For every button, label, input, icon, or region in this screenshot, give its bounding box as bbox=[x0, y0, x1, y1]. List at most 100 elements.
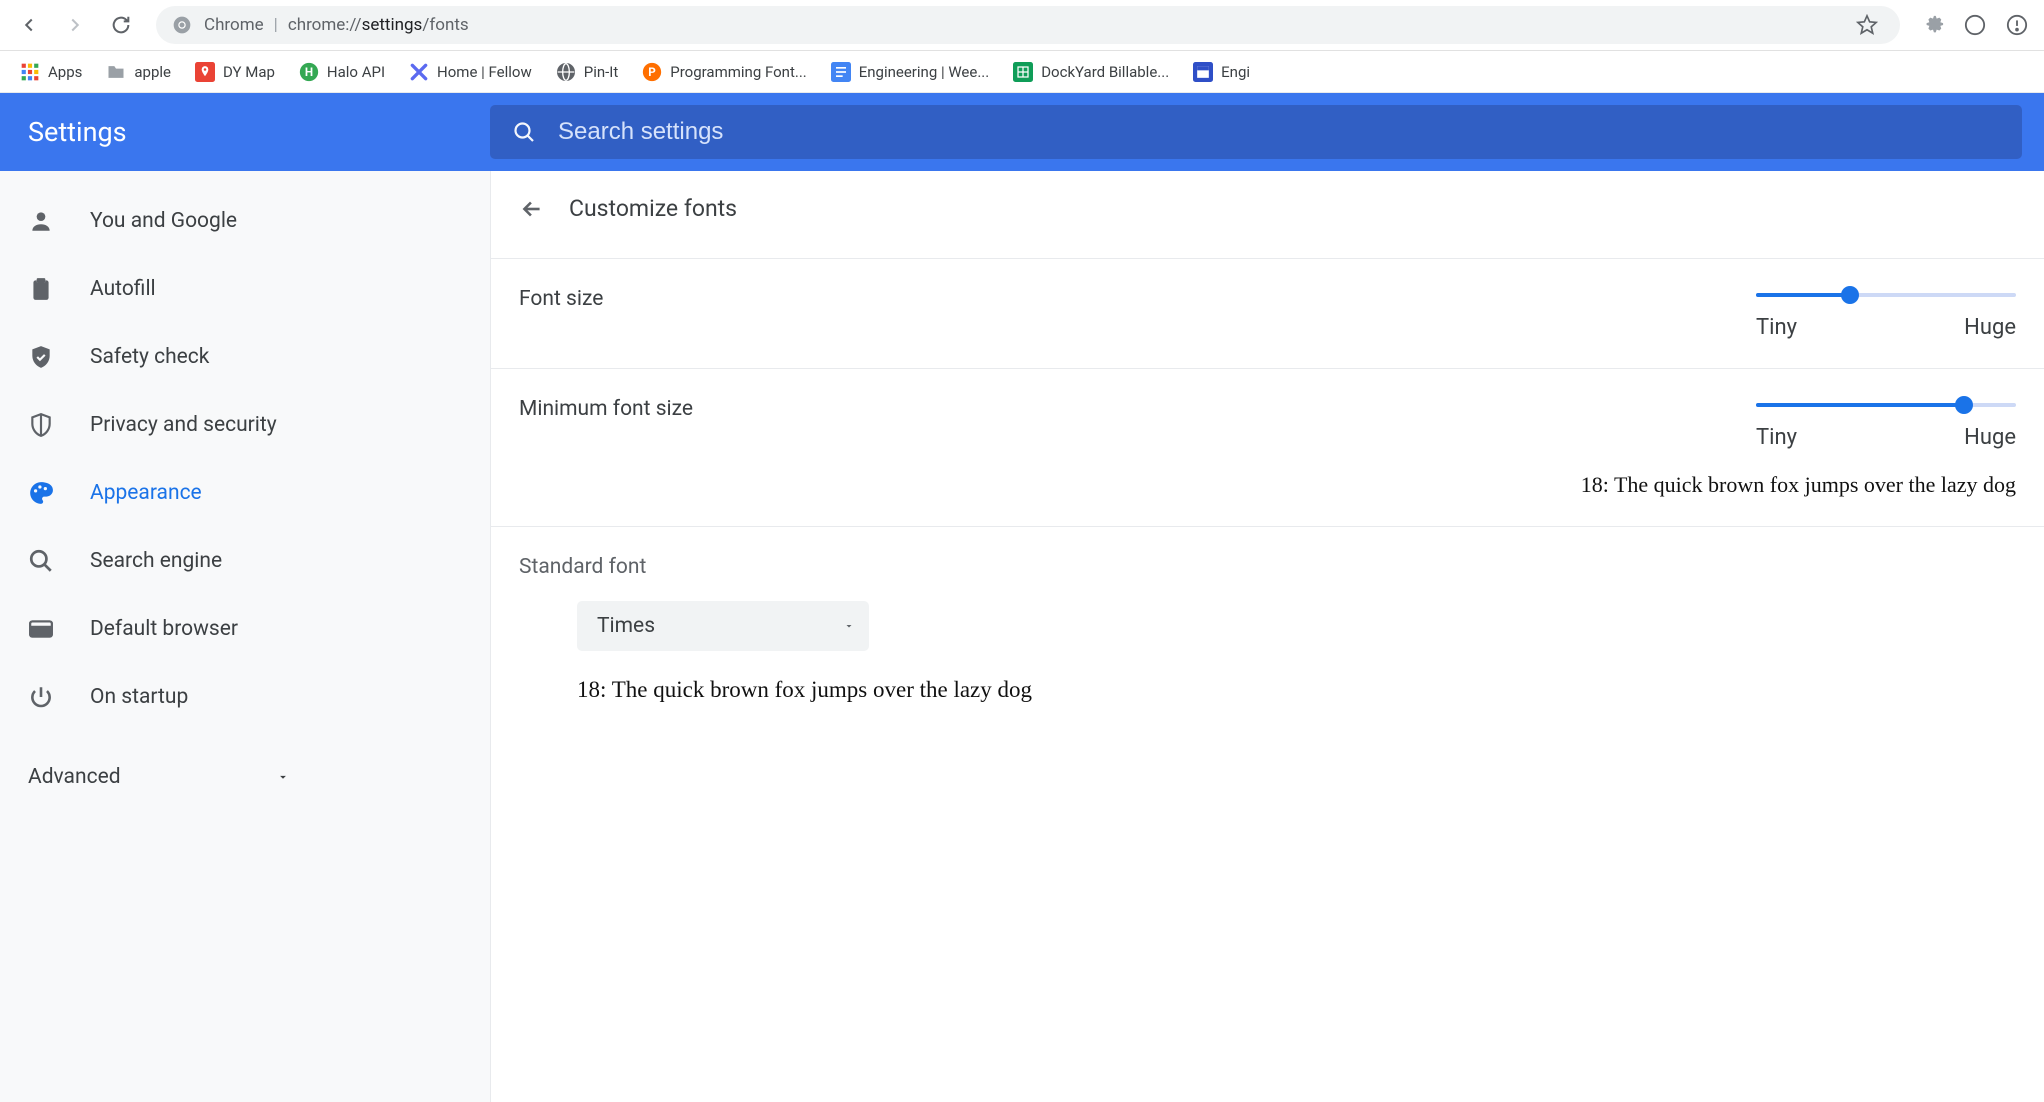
sidebar-item-label: Autofill bbox=[90, 277, 156, 301]
star-icon[interactable] bbox=[1856, 14, 1878, 36]
sheets-icon bbox=[1013, 62, 1033, 82]
chevron-down-icon bbox=[843, 620, 855, 632]
bookmark-dymap[interactable]: DY Map bbox=[185, 56, 285, 88]
bookmark-label: Pin-It bbox=[584, 63, 619, 81]
chrome-icon bbox=[172, 15, 192, 35]
search-icon bbox=[28, 548, 54, 574]
extensions-icon[interactable] bbox=[1922, 14, 1944, 36]
bookmark-label: Engineering | Wee... bbox=[859, 63, 989, 81]
map-pin-icon bbox=[195, 62, 215, 82]
bookmark-label: Programming Font... bbox=[670, 63, 806, 81]
shield-icon bbox=[28, 412, 54, 438]
bookmark-label: Engi bbox=[1221, 63, 1250, 81]
standard-font-section: Standard font Times 18: The quick brown … bbox=[491, 526, 2044, 731]
standard-font-dropdown[interactable]: Times bbox=[577, 601, 869, 651]
bookmark-label: Home | Fellow bbox=[437, 63, 532, 81]
bookmark-programming[interactable]: P Programming Font... bbox=[632, 56, 816, 88]
forward-button[interactable] bbox=[56, 6, 94, 44]
dropdown-value: Times bbox=[597, 614, 655, 638]
page-title: Customize fonts bbox=[569, 195, 737, 222]
browser-toolbar: Chrome | chrome://settings/fonts bbox=[0, 0, 2044, 51]
bookmark-label: DockYard Billable... bbox=[1041, 63, 1169, 81]
bookmark-pinit[interactable]: Pin-It bbox=[546, 56, 629, 88]
sidebar: You and Google Autofill Safety check Pri… bbox=[0, 171, 490, 1102]
search-input[interactable] bbox=[558, 118, 2000, 146]
svg-text:P: P bbox=[649, 65, 657, 79]
sidebar-item-label: Default browser bbox=[90, 617, 238, 641]
sidebar-item-label: You and Google bbox=[90, 209, 237, 233]
sidebar-item-autofill[interactable]: Autofill bbox=[0, 255, 490, 323]
bookmark-label: apple bbox=[134, 63, 171, 81]
bookmarks-bar: Apps apple DY Map H Halo API Home | Fell… bbox=[0, 51, 2044, 93]
slider-thumb[interactable] bbox=[1955, 396, 1973, 414]
sidebar-advanced[interactable]: Advanced bbox=[0, 743, 490, 811]
sidebar-advanced-label: Advanced bbox=[28, 765, 121, 789]
min-font-size-row: Minimum font size Tiny Huge 18: The quic… bbox=[491, 368, 2044, 526]
standard-font-label: Standard font bbox=[519, 555, 2016, 579]
bookmark-engi[interactable]: Engi bbox=[1183, 56, 1260, 88]
bookmark-fellow[interactable]: Home | Fellow bbox=[399, 56, 542, 88]
bookmark-halo[interactable]: H Halo API bbox=[289, 56, 395, 88]
browser-icon bbox=[28, 616, 54, 642]
back-arrow-icon[interactable] bbox=[519, 196, 545, 222]
content-area: Customize fonts Font size Tiny Huge Mini… bbox=[490, 171, 2044, 1102]
slider-min-label: Tiny bbox=[1756, 315, 1797, 340]
person-icon bbox=[28, 208, 54, 234]
font-size-label: Font size bbox=[519, 287, 603, 311]
bookmark-label: Apps bbox=[48, 63, 82, 81]
fellow-icon bbox=[409, 62, 429, 82]
font-size-slider[interactable] bbox=[1756, 293, 2016, 297]
search-settings[interactable] bbox=[490, 105, 2022, 159]
profile-icon[interactable] bbox=[1964, 14, 1986, 36]
docs-icon bbox=[831, 62, 851, 82]
palette-icon bbox=[28, 480, 54, 506]
folder-icon bbox=[106, 62, 126, 82]
notion-icon bbox=[1193, 62, 1213, 82]
globe-icon bbox=[556, 62, 576, 82]
p-icon: P bbox=[642, 62, 662, 82]
svg-text:H: H bbox=[305, 65, 313, 79]
search-icon bbox=[512, 120, 536, 144]
clipboard-icon bbox=[28, 276, 54, 302]
bookmark-folder[interactable]: apple bbox=[96, 56, 181, 88]
address-bar[interactable]: Chrome | chrome://settings/fonts bbox=[156, 6, 1900, 44]
sidebar-item-safety-check[interactable]: Safety check bbox=[0, 323, 490, 391]
bookmark-engineering[interactable]: Engineering | Wee... bbox=[821, 56, 999, 88]
apps-icon bbox=[20, 62, 40, 82]
menu-icon[interactable] bbox=[2006, 14, 2028, 36]
halo-icon: H bbox=[299, 62, 319, 82]
sidebar-item-label: Search engine bbox=[90, 549, 222, 573]
min-font-size-label: Minimum font size bbox=[519, 397, 693, 421]
bookmark-label: DY Map bbox=[223, 63, 275, 81]
sidebar-item-appearance[interactable]: Appearance bbox=[0, 459, 490, 527]
min-font-sample: 18: The quick brown fox jumps over the l… bbox=[1581, 472, 2016, 498]
bookmark-label: Halo API bbox=[327, 63, 385, 81]
app-title: Settings bbox=[0, 116, 490, 148]
bookmark-apps[interactable]: Apps bbox=[10, 56, 92, 88]
slider-max-label: Huge bbox=[1964, 425, 2016, 450]
sidebar-item-you-and-google[interactable]: You and Google bbox=[0, 187, 490, 255]
sidebar-item-label: Privacy and security bbox=[90, 413, 277, 437]
sidebar-item-label: Appearance bbox=[90, 481, 202, 505]
back-button[interactable] bbox=[10, 6, 48, 44]
power-icon bbox=[28, 684, 54, 710]
standard-font-preview: 18: The quick brown fox jumps over the l… bbox=[577, 677, 2016, 703]
sidebar-item-label: On startup bbox=[90, 685, 188, 709]
slider-max-label: Huge bbox=[1964, 315, 2016, 340]
slider-min-label: Tiny bbox=[1756, 425, 1797, 450]
sidebar-item-label: Safety check bbox=[90, 345, 209, 369]
slider-thumb[interactable] bbox=[1841, 286, 1859, 304]
reload-button[interactable] bbox=[102, 6, 140, 44]
shield-check-icon bbox=[28, 344, 54, 370]
sidebar-item-on-startup[interactable]: On startup bbox=[0, 663, 490, 731]
content-header: Customize fonts bbox=[491, 171, 2044, 258]
sidebar-item-search-engine[interactable]: Search engine bbox=[0, 527, 490, 595]
sidebar-item-default-browser[interactable]: Default browser bbox=[0, 595, 490, 663]
bookmark-dockyard[interactable]: DockYard Billable... bbox=[1003, 56, 1179, 88]
font-size-row: Font size Tiny Huge bbox=[491, 258, 2044, 368]
chevron-down-icon bbox=[276, 770, 290, 784]
app-header: Settings bbox=[0, 93, 2044, 171]
sidebar-item-privacy[interactable]: Privacy and security bbox=[0, 391, 490, 459]
url-text: Chrome | chrome://settings/fonts bbox=[204, 15, 469, 35]
min-font-size-slider[interactable] bbox=[1756, 403, 2016, 407]
